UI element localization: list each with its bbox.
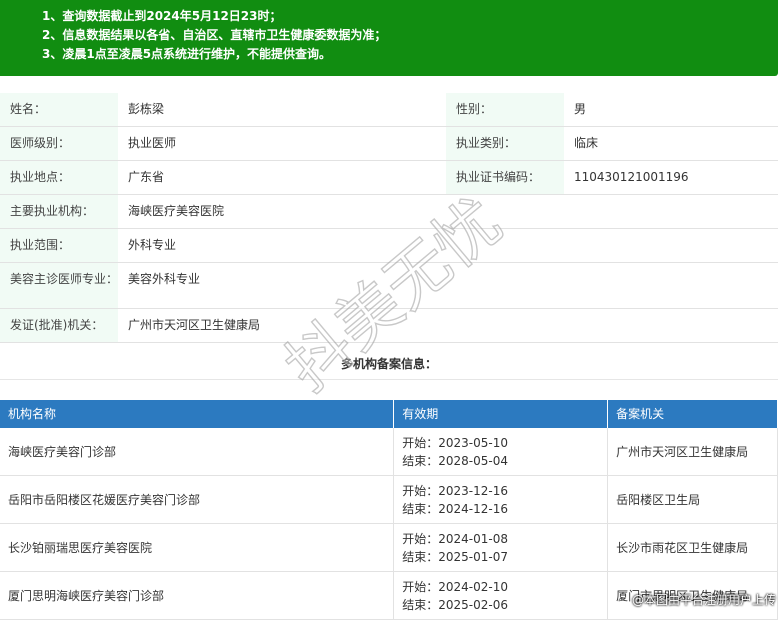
org-value: 海峡医疗美容医院 [118,194,778,229]
org-name-cell: 长沙铂丽瑞思医疗美容医院 [0,523,395,572]
cert-label: 执业证书编码： [446,160,564,195]
info-row: 发证(批准)机关： 广州市天河区卫生健康局 [0,308,778,343]
end-date: 结束：2025-02-06 [402,597,508,612]
category-label: 执业类别： [446,126,564,161]
header-org-name: 机构名称 [0,400,395,428]
multi-org-table: 机构名称 有效期 备案机关 海峡医疗美容门诊部 开始：2023-05-10 结束… [0,400,778,620]
validity-cell: 开始：2024-01-08 结束：2025-01-07 [393,523,609,572]
start-date: 开始：2023-05-10 [402,435,508,450]
notice-banner: 1、查询数据截止到2024年5月12日23时； 2、信息数据结果以各省、自治区、… [0,0,778,76]
header-authority: 备案机关 [607,400,778,428]
validity-cell: 开始：2023-05-10 结束：2028-05-04 [393,428,609,476]
location-value: 广东省 [118,160,446,195]
info-row: 执业范围： 外科专业 [0,228,778,263]
notice-line: 3、凌晨1点至凌晨5点系统进行维护，不能提供查询。 [42,47,332,61]
start-date: 开始：2023-12-16 [402,483,508,498]
info-row: 姓名： 彭栋梁 性别： 男 [0,93,778,127]
cosmetic-label: 美容主诊医师专业： [0,262,118,309]
validity-cell: 开始：2024-02-10 结束：2025-02-06 [393,571,609,620]
end-date: 结束：2025-01-07 [402,549,508,564]
category-value: 临床 [564,126,778,161]
issuer-label: 发证(批准)机关： [0,308,118,343]
location-label: 执业地点： [0,160,118,195]
level-value: 执业医师 [118,126,446,161]
info-row: 执业地点： 广东省 执业证书编码： 110430121001196 [0,160,778,195]
gender-value: 男 [564,93,778,127]
header-validity: 有效期 [393,400,609,428]
validity-cell: 开始：2023-12-16 结束：2024-12-16 [393,475,609,524]
info-row: 主要执业机构： 海峡医疗美容医院 [0,194,778,229]
table-row: 海峡医疗美容门诊部 开始：2023-05-10 结束：2028-05-04 广州… [0,428,778,476]
start-date: 开始：2024-01-08 [402,531,508,546]
notice-line: 1、查询数据截止到2024年5月12日23时； [42,9,282,23]
table-row: 长沙铂丽瑞思医疗美容医院 开始：2024-01-08 结束：2025-01-07… [0,523,778,572]
info-row: 美容主诊医师专业： 美容外科专业 [0,262,778,309]
doctor-info-table: 姓名： 彭栋梁 性别： 男 医师级别： 执业医师 执业类别： 临床 执业地点： … [0,93,778,343]
cosmetic-value: 美容外科专业 [118,262,778,309]
end-date: 结束：2028-05-04 [402,453,508,468]
table-header: 机构名称 有效期 备案机关 [0,400,778,428]
org-name-cell: 海峡医疗美容门诊部 [0,428,395,476]
gender-label: 性别： [446,93,564,127]
authority-cell: 岳阳楼区卫生局 [607,475,778,524]
upload-credit: @本图由平台注册用户上传 [631,593,776,607]
level-label: 医师级别： [0,126,118,161]
start-date: 开始：2024-02-10 [402,579,508,594]
name-value: 彭栋梁 [118,93,446,127]
issuer-value: 广州市天河区卫生健康局 [118,308,778,343]
authority-cell: 长沙市雨花区卫生健康局 [607,523,778,572]
notice-line: 2、信息数据结果以各省、自治区、直辖市卫生健康委数据为准； [42,28,387,42]
multi-org-title: 多机构备案信息： [0,350,778,380]
info-row: 医师级别： 执业医师 执业类别： 临床 [0,126,778,161]
name-label: 姓名： [0,93,118,127]
scope-label: 执业范围： [0,228,118,263]
authority-cell: 广州市天河区卫生健康局 [607,428,778,476]
end-date: 结束：2024-12-16 [402,501,508,516]
org-name-cell: 厦门思明海峡医疗美容门诊部 [0,571,395,620]
cert-value: 110430121001196 [564,160,778,195]
org-label: 主要执业机构： [0,194,118,229]
org-name-cell: 岳阳市岳阳楼区花媛医疗美容门诊部 [0,475,395,524]
table-row: 岳阳市岳阳楼区花媛医疗美容门诊部 开始：2023-12-16 结束：2024-1… [0,475,778,524]
scope-value: 外科专业 [118,228,778,263]
